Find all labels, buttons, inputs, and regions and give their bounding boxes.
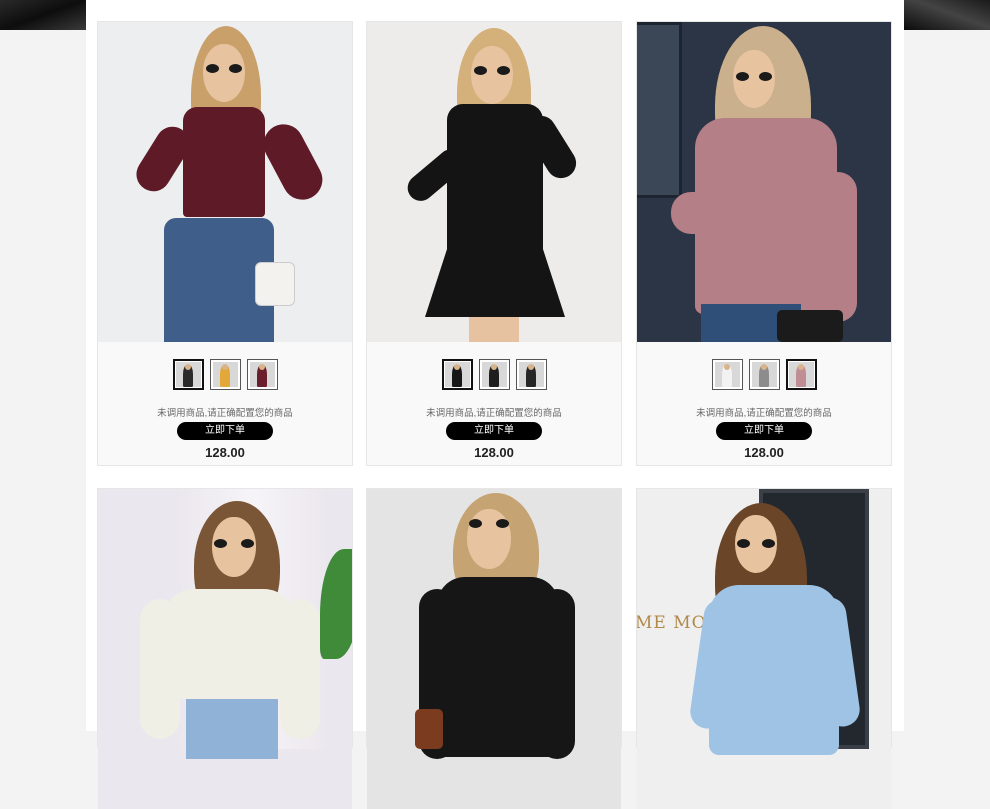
window-frame [637, 22, 682, 198]
color-swatch-2[interactable] [209, 359, 241, 390]
sleeve-right [819, 172, 857, 322]
product-card [366, 488, 622, 809]
banner-left-edge [0, 0, 86, 30]
sleeve-right [539, 589, 575, 759]
product-price: 128.00 [744, 445, 784, 460]
product-photo[interactable] [98, 22, 352, 342]
face [203, 44, 245, 102]
product-photo[interactable] [637, 22, 891, 342]
product-photo[interactable] [367, 22, 621, 342]
handbag [415, 709, 443, 749]
sunglasses [737, 539, 775, 548]
sunglasses [469, 519, 509, 528]
product-card: 未调用商品,请正确配置您的商品 立即下单 128.00 [636, 21, 892, 466]
product-photo[interactable]: ME MOI [637, 489, 891, 809]
sunglasses [206, 64, 242, 73]
color-swatches [637, 359, 891, 390]
banner-right-edge [904, 0, 990, 30]
dress-skirt [425, 222, 565, 317]
sunglasses [214, 539, 254, 548]
color-swatch-1[interactable] [441, 359, 473, 390]
product-card [97, 488, 353, 809]
handbag [255, 262, 295, 306]
color-swatch-1[interactable] [711, 359, 743, 390]
color-swatch-3[interactable] [246, 359, 278, 390]
top-garment [183, 107, 265, 217]
color-swatch-1[interactable] [172, 359, 204, 390]
product-card: 未调用商品,请正确配置您的商品 立即下单 128.00 [97, 21, 353, 466]
color-swatch-3[interactable] [515, 359, 547, 390]
handbag [777, 310, 843, 342]
product-description: 未调用商品,请正确配置您的商品 [426, 408, 562, 419]
sleeve-right [280, 599, 320, 739]
buy-now-button[interactable]: 立即下单 [177, 422, 273, 440]
color-swatch-2[interactable] [748, 359, 780, 390]
color-swatches [98, 359, 352, 390]
face [471, 46, 513, 104]
buy-now-button[interactable]: 立即下单 [716, 422, 812, 440]
sunglasses [474, 66, 510, 75]
product-description: 未调用商品,请正确配置您的商品 [157, 408, 293, 419]
product-price: 128.00 [205, 445, 245, 460]
face [467, 509, 511, 569]
color-swatch-2[interactable] [478, 359, 510, 390]
buy-now-button[interactable]: 立即下单 [446, 422, 542, 440]
sleeve-left [671, 192, 731, 234]
cardigan [164, 589, 294, 699]
product-price: 128.00 [474, 445, 514, 460]
sunglasses [736, 72, 772, 81]
sleeve-left [140, 599, 180, 739]
product-photo[interactable] [98, 489, 352, 809]
legs [469, 317, 519, 342]
product-card: 未调用商品,请正确配置您的商品 立即下单 128.00 [366, 21, 622, 466]
jeans [186, 699, 278, 759]
product-photo[interactable] [367, 489, 621, 809]
product-description: 未调用商品,请正确配置您的商品 [696, 408, 832, 419]
color-swatch-3[interactable] [785, 359, 817, 390]
sleeve-right [256, 117, 330, 207]
color-swatches [367, 359, 621, 390]
product-grid: 未调用商品,请正确配置您的商品 立即下单 128.00 未调用商品,请正确配置您… [86, 0, 904, 809]
product-card: ME MOI [636, 488, 892, 809]
